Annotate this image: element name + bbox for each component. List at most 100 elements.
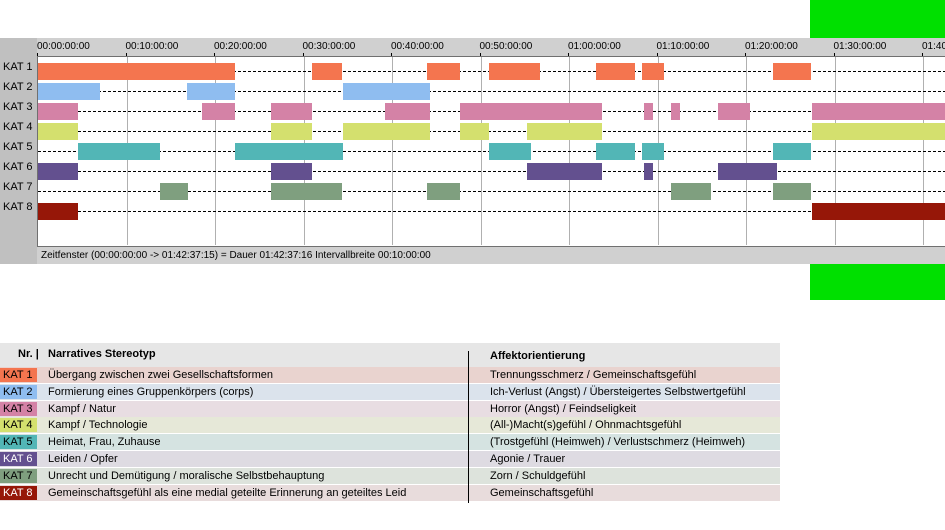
- category-label: KAT 6: [3, 161, 33, 173]
- ruler-tick-label: 01:20:00:00: [745, 41, 798, 52]
- ruler-tick-label: 01:10:00:00: [656, 41, 710, 52]
- status-bar: Zeitfenster (00:00:00:00 -> 01:42:37:15)…: [37, 246, 945, 264]
- legend-stereotype: Formierung eines Gruppenkörpers (corps): [48, 385, 254, 398]
- segment-bar[interactable]: [312, 63, 342, 80]
- category-label: KAT 4: [3, 121, 33, 133]
- segment-bar[interactable]: [642, 143, 664, 160]
- legend-row: KAT 4 Kampf / Technologie (All-)Macht(s)ge…: [0, 417, 780, 434]
- legend-affect: (Trostgefühl (Heimweh) / Verlustschmerz …: [490, 436, 746, 449]
- segment-bar[interactable]: [772, 183, 811, 200]
- legend-tag: KAT 1: [0, 368, 37, 382]
- segment-bar[interactable]: [489, 63, 540, 80]
- category-label: KAT 1: [3, 61, 33, 73]
- segment-bar[interactable]: [644, 103, 654, 120]
- segment-bar[interactable]: [812, 103, 945, 120]
- segment-bar[interactable]: [717, 163, 777, 180]
- ruler-tick-label: 00:00:00:00: [37, 41, 90, 52]
- segment-bar[interactable]: [270, 123, 313, 140]
- legend-affect: (All-)Macht(s)gefühl / Ohnmachtsgefühl: [490, 419, 682, 432]
- segment-bar[interactable]: [235, 143, 344, 160]
- legend-col-stereotype: Narratives Stereotyp: [48, 348, 156, 360]
- segment-bar[interactable]: [812, 203, 945, 220]
- legend-affect: Agonie / Trauer: [490, 453, 566, 465]
- legend-row: KAT 8 Gemeinschaftsgefühl als eine medial…: [0, 484, 780, 501]
- segment-bar[interactable]: [460, 103, 602, 120]
- legend-affect: Horror (Angst) / Feindseligkeit: [490, 402, 637, 415]
- legend-tag: KAT 4: [0, 418, 37, 433]
- time-ruler[interactable]: 00:00:00:00 00:10:00:00 00:20:00:00 00:30:0…: [37, 38, 945, 56]
- segment-bar[interactable]: [201, 103, 236, 120]
- segment-bar[interactable]: [38, 163, 78, 180]
- category-label: KAT 8: [3, 201, 33, 213]
- segment-bar[interactable]: [595, 143, 636, 160]
- segment-bar[interactable]: [427, 63, 461, 80]
- track-line: [38, 211, 945, 212]
- legend-row: KAT 6 Leiden / Opfer Agonie / Trauer: [0, 451, 780, 467]
- legend-tag: KAT 6: [0, 452, 37, 466]
- legend-col-affect: Affektorientierung: [490, 350, 586, 362]
- legend-header: Nr. | Narratives Stereotyp Affektorienti…: [0, 343, 780, 367]
- segment-bar[interactable]: [160, 183, 189, 200]
- segment-bar[interactable]: [670, 103, 680, 120]
- segment-bar[interactable]: [489, 143, 531, 160]
- timeline-panel[interactable]: 00:00:00:00 00:10:00:00 00:20:00:00 00:30:0…: [0, 38, 945, 264]
- legend-row: KAT 5 Heimat, Frau, Zuhause (Trostgefühl (…: [0, 434, 780, 451]
- ruler-tick-label: 01:00:00:00: [568, 41, 621, 52]
- segment-bar[interactable]: [270, 103, 313, 120]
- legend-affect: Trennungsschmerz / Gemeinschaftsgefühl: [490, 369, 697, 381]
- segment-bar[interactable]: [270, 183, 342, 200]
- legend-stereotype: Leiden / Opfer: [48, 453, 118, 465]
- segment-bar[interactable]: [270, 163, 313, 180]
- legend-stereotype: Unrecht und Demütigung / moralische Selb…: [48, 469, 325, 482]
- legend-affect: Gemeinschaftsgefühl: [490, 486, 594, 499]
- segment-bar[interactable]: [384, 103, 431, 120]
- ruler-tick-label: 00:10:00:00: [125, 41, 179, 52]
- ruler-tick-label: 00:50:00:00: [479, 41, 533, 52]
- segment-bar[interactable]: [772, 143, 811, 160]
- legend-row: KAT 2 Formierung eines Gruppenkörpers (co…: [0, 383, 780, 400]
- legend-affect: Zorn / Schuldgefühl: [490, 469, 586, 482]
- segment-bar[interactable]: [343, 123, 431, 140]
- legend-row: KAT 1 Übergang zwischen zwei Gesellschaft…: [0, 367, 780, 383]
- ruler-tick-label: 00:30:00:00: [302, 41, 356, 52]
- segment-bar[interactable]: [460, 123, 490, 140]
- legend-row: KAT 7 Unrecht und Demütigung / moralische…: [0, 467, 780, 484]
- legend-affect: Ich-Verlust (Angst) / Übersteigertes Sel…: [490, 385, 746, 398]
- category-label: KAT 3: [3, 101, 33, 113]
- track-line: [38, 171, 945, 172]
- track-line: [38, 131, 945, 132]
- segment-bar[interactable]: [772, 63, 811, 80]
- segment-bar[interactable]: [427, 183, 461, 200]
- legend-tag: KAT 2: [0, 384, 37, 399]
- segment-bar[interactable]: [717, 103, 751, 120]
- segment-bar[interactable]: [38, 123, 78, 140]
- segment-bar[interactable]: [527, 123, 602, 140]
- segment-bar[interactable]: [644, 163, 654, 180]
- legend-divider: [468, 351, 469, 503]
- legend-tag: KAT 3: [0, 401, 37, 416]
- segment-bar[interactable]: [595, 63, 636, 80]
- segment-bar[interactable]: [186, 83, 236, 100]
- segment-bar[interactable]: [527, 163, 602, 180]
- segment-bar[interactable]: [343, 83, 431, 100]
- legend-stereotype: Gemeinschaftsgefühl als eine medial gete…: [48, 486, 407, 499]
- segment-bar[interactable]: [38, 203, 78, 220]
- segment-bar[interactable]: [38, 63, 236, 80]
- legend-stereotype: Übergang zwischen zwei Gesellschaftsform…: [48, 369, 273, 381]
- ruler-tick-label: 01:30:00:00: [833, 41, 887, 52]
- ruler-tick-label: 01:40: [922, 41, 945, 52]
- legend-stereotype: Kampf / Natur: [48, 402, 116, 415]
- legend-row: KAT 3 Kampf / Natur Horror (Angst) / Feind…: [0, 400, 780, 417]
- legend-tag: KAT 5: [0, 435, 37, 450]
- timeline-plot[interactable]: [37, 56, 945, 264]
- ruler-tick-label: 00:20:00:00: [214, 41, 267, 52]
- category-label: KAT 2: [3, 81, 33, 93]
- segment-bar[interactable]: [77, 143, 161, 160]
- segment-bar[interactable]: [38, 83, 100, 100]
- category-label: KAT 5: [3, 141, 33, 153]
- segment-bar[interactable]: [812, 123, 945, 140]
- segment-bar[interactable]: [38, 103, 78, 120]
- segment-bar[interactable]: [670, 183, 711, 200]
- segment-bar[interactable]: [642, 63, 664, 80]
- legend-tag: KAT 7: [0, 468, 37, 483]
